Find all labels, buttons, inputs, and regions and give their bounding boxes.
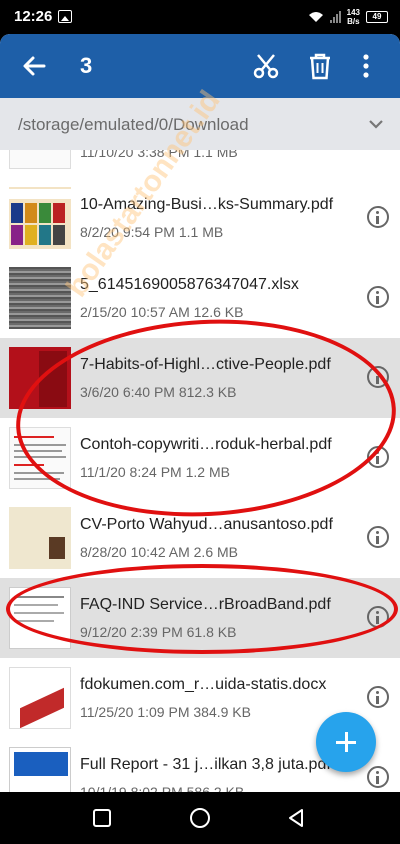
status-bar: 12:26 143 B/s 49: [0, 0, 400, 34]
file-row[interactable]: CV-Porto Wahyud…anusantoso.pdf 8/28/20 1…: [0, 498, 400, 578]
file-meta: 8/2/20 9:54 PM 1.1 MB: [80, 224, 224, 240]
file-row[interactable]: 11/10/20 3:38 PM 1.1 MB: [0, 150, 400, 178]
file-thumbnail: [9, 747, 71, 792]
cut-scissors-icon[interactable]: [252, 52, 280, 80]
add-fab-button[interactable]: [316, 712, 376, 772]
info-icon[interactable]: [367, 366, 389, 388]
info-icon[interactable]: [367, 606, 389, 628]
file-row[interactable]: 10-Amazing-Busi…ks-Summary.pdf 8/2/20 9:…: [0, 178, 400, 258]
file-thumbnail: [9, 427, 71, 489]
recents-square-icon[interactable]: [93, 809, 111, 827]
file-meta: 9/12/20 2:39 PM 61.8 KB: [80, 624, 237, 640]
file-name: 5_6145169005876347047.xlsx: [80, 276, 299, 293]
file-meta: 10/1/19 8:02 PM 586.2 KB: [80, 784, 245, 792]
image-notification-icon: [58, 10, 72, 23]
app-screen: 3 /storage/emulated/0/Download 11/10/20 …: [0, 34, 400, 792]
file-name: Contoh-copywriti…roduk-herbal.pdf: [80, 436, 332, 453]
file-name: 7-Habits-of-Highl…ctive-People.pdf: [80, 356, 331, 373]
back-triangle-icon[interactable]: [285, 807, 307, 829]
file-meta: 3/6/20 6:40 PM 812.3 KB: [80, 384, 237, 400]
wifi-icon: [308, 12, 323, 22]
file-meta: 11/10/20 3:38 PM 1.1 MB: [80, 150, 238, 160]
back-arrow-icon[interactable]: [20, 52, 48, 80]
network-speed: 143 B/s: [347, 8, 360, 26]
file-thumbnail: [9, 267, 71, 329]
selection-count: 3: [80, 53, 93, 78]
selection-toolbar: 3: [0, 34, 400, 98]
info-icon[interactable]: [367, 446, 389, 468]
trash-icon[interactable]: [307, 52, 333, 80]
file-name: CV-Porto Wahyud…anusantoso.pdf: [80, 516, 333, 533]
file-thumbnail: [9, 150, 71, 169]
info-icon[interactable]: [367, 286, 389, 308]
network-speed-unit: B/s: [347, 17, 360, 26]
file-row[interactable]: FAQ-IND Service…rBroadBand.pdf 9/12/20 2…: [0, 578, 400, 658]
path-text: /storage/emulated/0/Download: [18, 115, 249, 134]
file-thumbnail: [9, 587, 71, 649]
file-name: FAQ-IND Service…rBroadBand.pdf: [80, 596, 331, 613]
file-row[interactable]: Contoh-copywriti…roduk-herbal.pdf 11/1/2…: [0, 418, 400, 498]
navigation-bar: [0, 792, 400, 844]
network-speed-value: 143: [346, 8, 360, 17]
more-vert-icon[interactable]: [356, 52, 376, 80]
file-list: 11/10/20 3:38 PM 1.1 MB 10-Amazing-Busi……: [0, 150, 400, 792]
status-right-group: 143 B/s 49: [308, 6, 388, 28]
file-thumbnail: [9, 187, 71, 249]
chevron-down-icon[interactable]: [366, 114, 386, 134]
file-thumbnail: [9, 667, 71, 729]
signal-icon: [329, 11, 341, 23]
file-row[interactable]: 5_6145169005876347047.xlsx 2/15/20 10:57…: [0, 258, 400, 338]
file-thumbnail: [9, 507, 71, 569]
info-icon[interactable]: [367, 526, 389, 548]
info-icon[interactable]: [367, 206, 389, 228]
info-icon[interactable]: [367, 686, 389, 708]
file-meta: 11/25/20 1:09 PM 384.9 KB: [80, 704, 251, 720]
info-icon[interactable]: [367, 766, 389, 788]
file-meta: 8/28/20 10:42 AM 2.6 MB: [80, 544, 238, 560]
file-meta: 2/15/20 10:57 AM 12.6 KB: [80, 304, 244, 320]
battery-icon: 49: [366, 11, 388, 23]
file-row[interactable]: 7-Habits-of-Highl…ctive-People.pdf 3/6/2…: [0, 338, 400, 418]
file-name: fdokumen.com_r…uida-statis.docx: [80, 676, 327, 693]
file-meta: 11/1/20 8:24 PM 1.2 MB: [80, 464, 230, 480]
file-name: 10-Amazing-Busi…ks-Summary.pdf: [80, 196, 334, 213]
path-bar[interactable]: /storage/emulated/0/Download: [0, 98, 400, 150]
status-time: 12:26: [14, 8, 53, 25]
file-thumbnail: [9, 347, 71, 409]
home-circle-icon[interactable]: [190, 808, 210, 828]
